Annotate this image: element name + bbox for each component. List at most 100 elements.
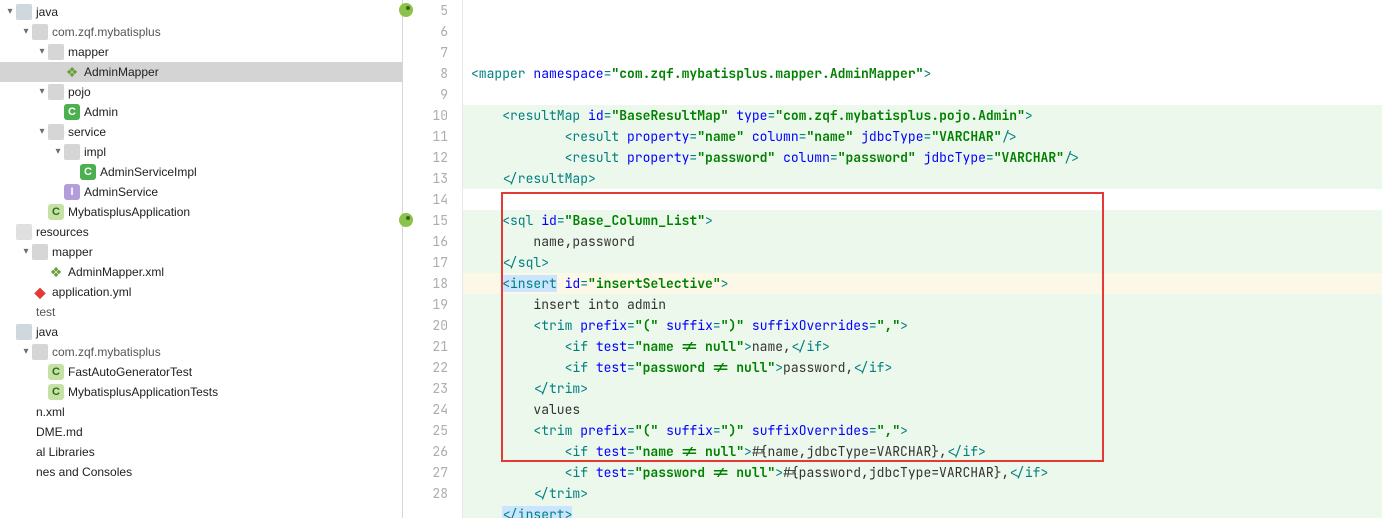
tree-item-label: resources bbox=[36, 222, 89, 242]
line-number[interactable]: 5 bbox=[403, 0, 448, 21]
expand-arrow-icon[interactable]: ▾ bbox=[36, 42, 48, 62]
code-line[interactable]: <if test="name != null">name,</if> bbox=[463, 336, 1382, 357]
expand-arrow-icon[interactable]: ▾ bbox=[36, 82, 48, 102]
tree-item[interactable]: CAdminServiceImpl bbox=[0, 162, 402, 182]
tree-item[interactable]: ▾java bbox=[0, 2, 402, 22]
tree-item[interactable]: nes and Consoles bbox=[0, 462, 402, 482]
code-line[interactable]: </sql> bbox=[463, 252, 1382, 273]
code-token: prefix bbox=[580, 317, 627, 334]
code-token: > bbox=[923, 65, 931, 82]
code-line[interactable]: <mapper namespace="com.zqf.mybatisplus.m… bbox=[463, 63, 1382, 84]
code-line[interactable]: name,password bbox=[463, 231, 1382, 252]
code-token: <result bbox=[565, 128, 627, 145]
line-number[interactable]: 27 bbox=[403, 462, 448, 483]
line-number[interactable]: 12 bbox=[403, 147, 448, 168]
code-token: "password != null" bbox=[635, 359, 775, 376]
code-line[interactable]: </insert> bbox=[463, 504, 1382, 518]
tree-item-label: MybatisplusApplicationTests bbox=[68, 382, 218, 402]
code-token: = bbox=[627, 422, 635, 439]
expand-arrow-icon[interactable]: ▾ bbox=[36, 122, 48, 142]
code-line[interactable] bbox=[463, 189, 1382, 210]
code-line[interactable]: <trim prefix="(" suffix=")" suffixOverri… bbox=[463, 315, 1382, 336]
line-number[interactable]: 28 bbox=[403, 483, 448, 504]
code-token: id bbox=[588, 107, 604, 124]
line-number[interactable]: 26 bbox=[403, 441, 448, 462]
line-number[interactable]: 19 bbox=[403, 294, 448, 315]
expand-arrow-icon[interactable]: ▾ bbox=[52, 142, 64, 162]
code-line[interactable]: <if test="name != null">#{name,jdbcType=… bbox=[463, 441, 1382, 462]
line-number[interactable]: 25 bbox=[403, 420, 448, 441]
tree-item[interactable]: ▾service bbox=[0, 122, 402, 142]
expand-arrow-icon[interactable]: ▾ bbox=[20, 342, 32, 362]
line-number[interactable]: 11 bbox=[403, 126, 448, 147]
code-token: > bbox=[1025, 107, 1033, 124]
tree-item[interactable]: CAdmin bbox=[0, 102, 402, 122]
line-number[interactable]: 7 bbox=[403, 42, 448, 63]
line-number[interactable]: 16 bbox=[403, 231, 448, 252]
tree-item[interactable]: CMybatisplusApplicationTests bbox=[0, 382, 402, 402]
tree-item[interactable]: ▾ pojo bbox=[0, 82, 402, 102]
line-number[interactable]: 13 bbox=[403, 168, 448, 189]
tree-item[interactable]: IAdminService bbox=[0, 182, 402, 202]
project-tree[interactable]: ▾java▾com.zqf.mybatisplus▾mapper❖AdminMa… bbox=[0, 0, 403, 518]
code-line[interactable] bbox=[463, 84, 1382, 105]
code-token: > bbox=[775, 359, 783, 376]
code-token: <mapper bbox=[471, 65, 533, 82]
tree-item[interactable]: ❖AdminMapper.xml bbox=[0, 262, 402, 282]
code-token: jdbcType bbox=[924, 149, 986, 166]
code-line[interactable]: values bbox=[463, 399, 1382, 420]
folder-blue-icon bbox=[16, 4, 32, 20]
code-line[interactable]: </resultMap> bbox=[463, 168, 1382, 189]
line-number[interactable]: 18 bbox=[403, 273, 448, 294]
tree-item[interactable]: ❖AdminMapper bbox=[0, 62, 402, 82]
blank-icon bbox=[16, 304, 32, 320]
code-line[interactable]: <if test="password != null">#{password,j… bbox=[463, 462, 1382, 483]
line-number[interactable]: 22 bbox=[403, 357, 448, 378]
line-number[interactable]: 17 bbox=[403, 252, 448, 273]
expand-arrow-icon[interactable]: ▾ bbox=[4, 2, 16, 22]
code-line[interactable]: <trim prefix="(" suffix=")" suffixOverri… bbox=[463, 420, 1382, 441]
code-line[interactable]: <resultMap id="BaseResultMap" type="com.… bbox=[463, 105, 1382, 126]
line-number[interactable]: 23 bbox=[403, 378, 448, 399]
tree-item[interactable]: al Libraries bbox=[0, 442, 402, 462]
code-line[interactable]: </trim> bbox=[463, 378, 1382, 399]
code-line[interactable]: <insert id="insertSelective"> bbox=[463, 273, 1382, 294]
code-line[interactable]: <result property="password" column="pass… bbox=[463, 147, 1382, 168]
code-token: id bbox=[541, 212, 557, 229]
tree-item[interactable]: n.xml bbox=[0, 402, 402, 422]
code-token bbox=[471, 149, 565, 166]
tree-item[interactable]: ◆application.yml bbox=[0, 282, 402, 302]
expand-arrow-icon[interactable]: ▾ bbox=[20, 22, 32, 42]
code-editor[interactable]: <mapper namespace="com.zqf.mybatisplus.m… bbox=[463, 0, 1382, 518]
tree-item-label: pojo bbox=[68, 82, 91, 102]
line-number[interactable]: 6 bbox=[403, 21, 448, 42]
tree-item[interactable]: resources bbox=[0, 222, 402, 242]
line-number[interactable]: 8 bbox=[403, 63, 448, 84]
tree-item[interactable]: java bbox=[0, 322, 402, 342]
code-line[interactable]: insert into admin bbox=[463, 294, 1382, 315]
tree-item[interactable]: CMybatisplusApplication bbox=[0, 202, 402, 222]
expand-arrow-icon[interactable]: ▾ bbox=[20, 242, 32, 262]
tree-item[interactable]: ▾impl bbox=[0, 142, 402, 162]
line-number[interactable]: 24 bbox=[403, 399, 448, 420]
tree-item[interactable]: ▾com.zqf.mybatisplus bbox=[0, 22, 402, 42]
tree-item[interactable]: ▾mapper bbox=[0, 42, 402, 62]
tree-item[interactable]: ▾com.zqf.mybatisplus bbox=[0, 342, 402, 362]
tree-item[interactable]: test bbox=[0, 302, 402, 322]
code-token bbox=[471, 233, 533, 250]
line-number[interactable]: 15 bbox=[403, 210, 448, 231]
tree-item[interactable]: DME.md bbox=[0, 422, 402, 442]
code-line[interactable]: </trim> bbox=[463, 483, 1382, 504]
line-number[interactable]: 14 bbox=[403, 189, 448, 210]
line-number[interactable]: 9 bbox=[403, 84, 448, 105]
line-number[interactable]: 21 bbox=[403, 336, 448, 357]
code-line[interactable]: <if test="password != null">password,</i… bbox=[463, 357, 1382, 378]
line-number[interactable]: 20 bbox=[403, 315, 448, 336]
line-number[interactable]: 10 bbox=[403, 105, 448, 126]
code-line[interactable]: <result property="name" column="name" jd… bbox=[463, 126, 1382, 147]
code-line[interactable]: <sql id="Base_Column_List"> bbox=[463, 210, 1382, 231]
tree-item[interactable]: ▾mapper bbox=[0, 242, 402, 262]
tree-item[interactable]: CFastAutoGeneratorTest bbox=[0, 362, 402, 382]
java-c-icon: C bbox=[80, 164, 96, 180]
tree-item-label: AdminMapper.xml bbox=[68, 262, 164, 282]
